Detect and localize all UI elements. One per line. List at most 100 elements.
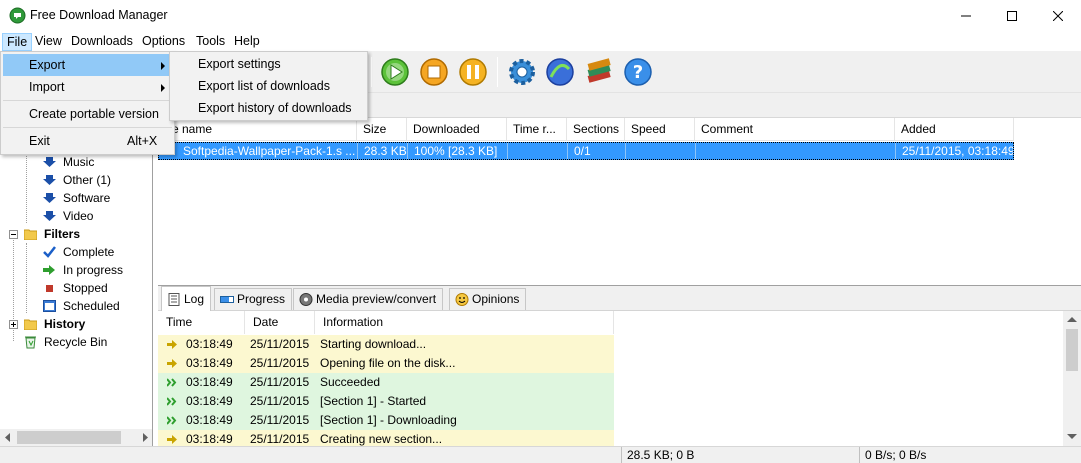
tab-log[interactable]: Log <box>161 286 212 311</box>
tree-connector <box>26 243 27 313</box>
status-bar: 28.5 KB; 0 B 0 B/s; 0 B/s <box>0 446 1081 463</box>
menu-options[interactable]: Options <box>138 33 189 51</box>
pause-download-icon[interactable] <box>456 55 490 89</box>
status-speed: 0 B/s; 0 B/s <box>859 447 1059 463</box>
collapse-toggle-icon[interactable] <box>9 230 18 239</box>
column-header-comment[interactable]: Comment <box>695 118 895 141</box>
menu-bar: File View Downloads Options Tools Help <box>0 31 1081 51</box>
submenu-arrow-icon <box>161 62 165 70</box>
menu-item-export-history[interactable]: Export history of downloads <box>172 97 365 119</box>
tab-progress[interactable]: Progress <box>214 288 293 310</box>
settings-gear-icon[interactable] <box>505 55 539 89</box>
log-row[interactable]: 03:18:49 25/11/2015 [Section 1] - Started <box>158 392 614 411</box>
scroll-right-icon[interactable] <box>141 433 149 442</box>
menu-item-label: Exit <box>29 134 50 148</box>
expand-toggle-icon[interactable] <box>9 320 18 329</box>
download-size: 28.3 KB <box>358 143 408 159</box>
arrow-right-icon <box>43 265 55 275</box>
tree-label: Recycle Bin <box>44 335 108 349</box>
column-header-name[interactable]: e name <box>158 118 357 141</box>
log-column-date[interactable]: Date <box>245 311 315 334</box>
log-column-information[interactable]: Information <box>315 311 614 334</box>
column-header-sections[interactable]: Sections <box>567 118 625 141</box>
stop-download-icon[interactable] <box>417 55 451 89</box>
log-time: 03:18:49 <box>186 413 233 427</box>
minimize-button[interactable] <box>943 0 989 31</box>
column-header-size[interactable]: Size <box>357 118 407 141</box>
scroll-up-icon[interactable] <box>1067 316 1077 323</box>
tree-label: Filters <box>44 227 81 241</box>
tab-media-preview[interactable]: Media preview/convert <box>293 288 444 310</box>
log-information: Succeeded <box>320 375 381 389</box>
column-header-time-remaining[interactable]: Time r... <box>507 118 567 141</box>
folder-icon <box>24 229 37 240</box>
scroll-left-icon[interactable] <box>4 433 12 442</box>
site-explorer-icon[interactable] <box>543 55 577 89</box>
menu-item-label: Export history of downloads <box>198 101 352 115</box>
export-submenu: Export settings Export list of downloads… <box>169 51 368 121</box>
download-name: Softpedia-Wallpaper-Pack-1.s ... <box>159 143 358 159</box>
maximize-button[interactable] <box>989 0 1035 31</box>
stop-square-icon <box>46 285 53 292</box>
column-header-downloaded[interactable]: Downloaded <box>407 118 507 141</box>
menu-item-export-list[interactable]: Export list of downloads <box>172 75 365 97</box>
menu-help[interactable]: Help <box>230 33 264 51</box>
log-document-icon <box>168 293 180 306</box>
menu-downloads[interactable]: Downloads <box>67 33 137 51</box>
log-row[interactable]: 03:18:49 25/11/2015 Succeeded <box>158 373 614 392</box>
folder-icon <box>24 319 37 330</box>
download-sections: 0/1 <box>568 143 626 159</box>
tab-label: Log <box>184 292 205 306</box>
tree-label: Scheduled <box>63 299 120 313</box>
menu-file[interactable]: File <box>2 33 33 51</box>
menu-item-label: Export settings <box>198 57 281 71</box>
tree-label: Other (1) <box>63 173 112 187</box>
menu-item-export[interactable]: Export <box>3 54 172 76</box>
minimize-icon <box>961 15 971 16</box>
arrow-down-icon <box>43 175 56 185</box>
log-row[interactable]: 03:18:49 25/11/2015 [Section 1] - Download… <box>158 411 614 430</box>
help-icon[interactable]: ? <box>621 55 655 89</box>
toolbar-separator <box>371 57 372 87</box>
film-reel-icon <box>299 293 313 306</box>
log-vertical-scrollbar[interactable] <box>1063 311 1081 446</box>
menu-tools[interactable]: Tools <box>192 33 229 51</box>
tree-connector <box>26 153 27 223</box>
log-date: 25/11/2015 <box>250 394 310 408</box>
download-list-header: e name Size Downloaded Time r... Section… <box>158 118 1014 141</box>
log-row[interactable]: 03:18:49 25/11/2015 Starting download... <box>158 335 614 354</box>
submenu-arrow-icon <box>161 84 165 92</box>
close-button[interactable] <box>1035 0 1081 31</box>
scrollbar-thumb[interactable] <box>1066 329 1078 371</box>
scroll-down-icon[interactable] <box>1067 433 1077 440</box>
recycle-bin-icon <box>25 336 36 349</box>
download-row[interactable]: Softpedia-Wallpaper-Pack-1.s ... 28.3 KB… <box>158 142 1014 160</box>
column-header-speed[interactable]: Speed <box>625 118 695 141</box>
books-icon[interactable] <box>582 55 616 89</box>
tree-horizontal-scrollbar[interactable] <box>0 429 152 446</box>
menu-item-import[interactable]: Import <box>3 76 172 98</box>
log-row[interactable]: 03:18:49 25/11/2015 Creating new section..… <box>158 430 614 446</box>
log-header: Time Date Information <box>158 311 614 334</box>
start-download-icon[interactable] <box>378 55 412 89</box>
log-row[interactable]: 03:18:49 25/11/2015 Opening file on the di… <box>158 354 614 373</box>
log-time: 03:18:49 <box>186 337 233 351</box>
calendar-icon <box>43 300 56 312</box>
log-date: 25/11/2015 <box>250 356 310 370</box>
download-progress: 100% [28.3 KB] <box>408 143 508 159</box>
menu-separator <box>3 100 172 101</box>
tab-label: Media preview/convert <box>316 292 437 306</box>
download-time-remaining <box>508 143 568 159</box>
log-column-time[interactable]: Time <box>158 311 245 334</box>
menu-item-exit[interactable]: Exit Alt+X <box>3 130 172 152</box>
tab-label: Opinions <box>472 292 520 306</box>
download-speed <box>626 143 696 159</box>
log-list: Time Date Information 03:18:49 25/11/2015… <box>158 311 1081 446</box>
tab-opinions[interactable]: Opinions <box>449 288 527 310</box>
menu-item-create-portable[interactable]: Create portable version <box>3 103 172 125</box>
scrollbar-thumb[interactable] <box>17 431 121 444</box>
menu-view[interactable]: View <box>31 33 66 51</box>
column-header-added[interactable]: Added <box>895 118 1014 141</box>
menu-item-export-settings[interactable]: Export settings <box>172 53 365 75</box>
log-date: 25/11/2015 <box>250 337 310 351</box>
